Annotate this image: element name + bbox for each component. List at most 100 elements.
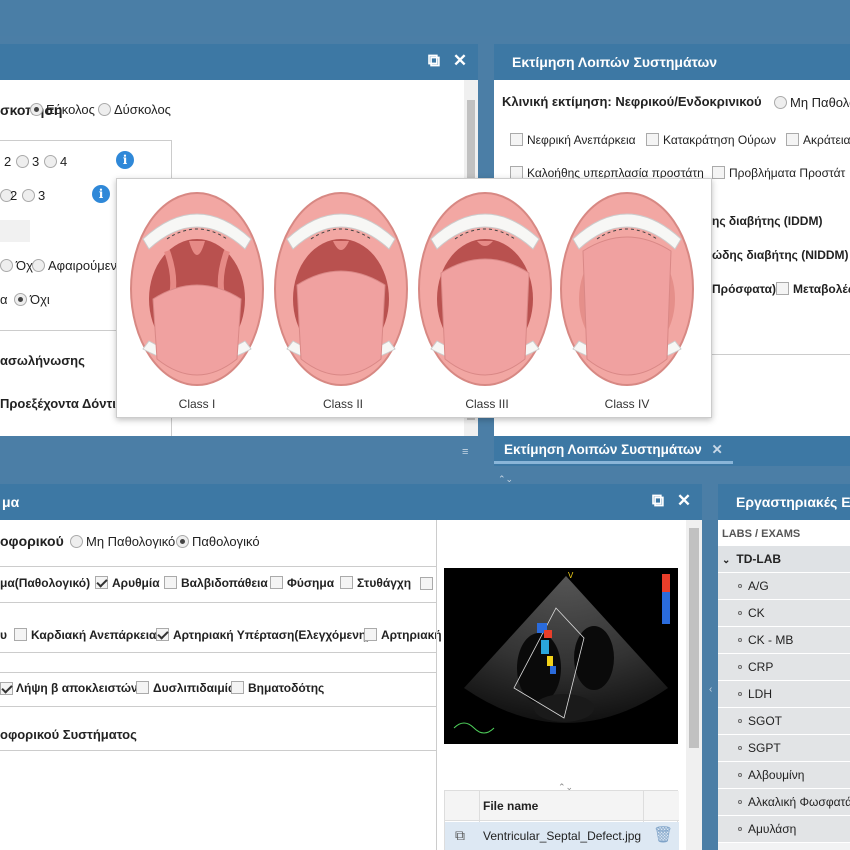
check-renal-failure[interactable]: Νεφρική Ανεπάρκεια — [510, 133, 636, 147]
popout-icon[interactable]: ⧉ — [426, 52, 442, 69]
checkbox[interactable] — [270, 576, 283, 589]
divider — [436, 520, 437, 850]
radio-no-2[interactable]: Όχι — [14, 292, 50, 307]
radio-circle[interactable] — [30, 103, 43, 116]
popout-icon[interactable]: ⧉ — [650, 492, 666, 509]
file-name[interactable]: Ventricular_Septal_Defect.jpg — [483, 829, 641, 843]
checkbox[interactable] — [340, 576, 353, 589]
input-field[interactable] — [0, 220, 30, 242]
checkbox[interactable] — [776, 282, 789, 295]
option-2[interactable]: 2 — [4, 154, 11, 169]
tab-close-icon[interactable]: ✕ — [712, 442, 723, 457]
check-dyslipidemia[interactable]: Δυσλιπιδαιμία — [136, 681, 235, 695]
radio-path[interactable]: Παθολογικό — [176, 534, 260, 549]
check-valve[interactable]: Βαλβιδοπάθεια — [164, 576, 268, 590]
divider — [0, 750, 436, 751]
teeth-label: Προεξέχοντα Δόντια — [0, 396, 124, 411]
labs-item[interactable]: CRP — [718, 654, 850, 681]
option-3b[interactable]: 3 — [22, 188, 45, 203]
checkbox[interactable] — [14, 628, 27, 641]
check-arrhythmia[interactable]: Αρυθμία — [95, 576, 160, 590]
checkbox[interactable] — [156, 628, 169, 641]
radio-nonpath[interactable]: Μη Παθολο — [774, 95, 850, 110]
radio-circle[interactable] — [44, 155, 57, 168]
radio-circle[interactable] — [32, 259, 45, 272]
check-prostate[interactable]: Προβλήματα Προστάτ — [712, 166, 845, 180]
radio-nonpath[interactable]: Μη Παθολογικό — [70, 534, 175, 549]
radio-circle[interactable] — [16, 155, 29, 168]
checkbox-overflow[interactable] — [420, 576, 437, 591]
check-retention[interactable]: Κατακράτηση Ούρων — [646, 133, 776, 147]
resize-handle-icon[interactable]: ≡ — [462, 446, 468, 458]
check-incontinence[interactable]: Ακράτεια — [786, 133, 850, 147]
radio-circle[interactable] — [0, 259, 13, 272]
open-external-icon[interactable]: ⧉ — [455, 827, 465, 844]
labs-item[interactable]: CK — [718, 600, 850, 627]
checkbox[interactable] — [0, 682, 13, 695]
delete-icon[interactable]: 🗑 — [653, 825, 673, 845]
labs-item[interactable]: LDH — [718, 681, 850, 708]
radio-hard[interactable]: Δύσκολος — [98, 102, 171, 117]
info-icon[interactable]: i — [116, 151, 134, 169]
radio-circle[interactable] — [98, 103, 111, 116]
radio-label: Μη Παθολογικό — [86, 534, 176, 549]
chevron-down-icon[interactable]: ⌄ — [722, 555, 730, 566]
radio-easy[interactable]: Εύκολος — [30, 102, 95, 117]
labs-item[interactable]: Αλβουμίνη — [718, 762, 850, 789]
tab-bar: Εκτίμηση Λοιπών Συστημάτων ✕ — [494, 436, 850, 466]
radio-circle[interactable] — [14, 293, 27, 306]
radio-no[interactable]: Όχι — [0, 258, 36, 273]
check-murmur[interactable]: Φύσημα — [270, 576, 334, 590]
check-beta-blockers[interactable]: Λήψη β αποκλειστών — [16, 681, 138, 695]
checkbox[interactable] — [136, 681, 149, 694]
radio-circle[interactable] — [70, 535, 83, 548]
echo-image[interactable]: V — [444, 568, 678, 744]
option-3[interactable]: 3 — [16, 154, 39, 169]
radio-removable[interactable]: Αφαιρούμεν — [32, 258, 117, 273]
checkbox[interactable] — [712, 166, 725, 179]
radio-circle[interactable] — [176, 535, 189, 548]
divider — [0, 566, 436, 567]
option-2b[interactable]: 2 — [10, 188, 17, 203]
checkbox[interactable] — [231, 681, 244, 694]
checkbox[interactable] — [95, 576, 108, 589]
option-label: 2 — [10, 188, 18, 203]
check-heart-failure[interactable]: Καρδιακή Ανεπάρκεια — [14, 628, 156, 642]
checkbox[interactable] — [510, 133, 523, 146]
diabetes-iddm: ης διαβήτης (IDDM) — [712, 214, 823, 228]
info-icon[interactable]: i — [92, 185, 110, 203]
scrollbar-thumb[interactable] — [689, 528, 699, 748]
checkbox[interactable] — [646, 133, 659, 146]
checkbox[interactable] — [164, 576, 177, 589]
divider — [0, 652, 436, 653]
close-icon[interactable]: ✕ — [452, 52, 468, 69]
check-metabolic[interactable]: Μεταβολές — [776, 282, 850, 296]
radio-circle[interactable] — [22, 189, 35, 202]
close-icon[interactable]: ✕ — [676, 492, 692, 509]
tab-other-systems[interactable]: Εκτίμηση Λοιπών Συστημάτων ✕ — [494, 436, 733, 464]
checkbox[interactable] — [786, 133, 799, 146]
labs-item[interactable]: A/G — [718, 573, 850, 600]
labs-item[interactable]: SGOT — [718, 708, 850, 735]
option-4[interactable]: 4 — [44, 154, 67, 169]
checkbox-leading[interactable] — [0, 681, 17, 696]
labs-item-label: CK - MB — [748, 633, 794, 647]
labs-item[interactable]: Αμυλάση — [718, 816, 850, 843]
check-hypertension[interactable]: Αρτηριακή Υπέρταση(Ελεγχόμενη) — [156, 628, 370, 642]
splitter-handle-icon[interactable]: ⌃⌄ — [498, 474, 513, 485]
check-arterial[interactable]: Αρτηριακή — [364, 628, 442, 642]
labs-group[interactable]: ⌄ TD-LAB — [718, 546, 850, 573]
radio-circle[interactable] — [774, 96, 787, 109]
labs-item[interactable]: Αλκαλική Φωσφατά — [718, 789, 850, 816]
cardio-panel: μα ⧉ ✕ οφορικού Μη Παθολογικό Παθολογικό… — [0, 484, 702, 850]
splitter-handle-icon[interactable]: ‹ — [709, 684, 712, 695]
radio-label: Παθολογικό — [192, 534, 260, 549]
scrollbar[interactable] — [686, 520, 702, 850]
checkbox[interactable] — [420, 577, 433, 590]
labs-item[interactable]: SGPT — [718, 735, 850, 762]
labs-item[interactable]: CK - MB — [718, 627, 850, 654]
check-angina[interactable]: Στυθάγχη — [340, 576, 411, 590]
check-pacemaker[interactable]: Βηματοδότης — [231, 681, 324, 695]
labs-item-label: Αμυλάση — [748, 822, 797, 836]
checkbox[interactable] — [364, 628, 377, 641]
